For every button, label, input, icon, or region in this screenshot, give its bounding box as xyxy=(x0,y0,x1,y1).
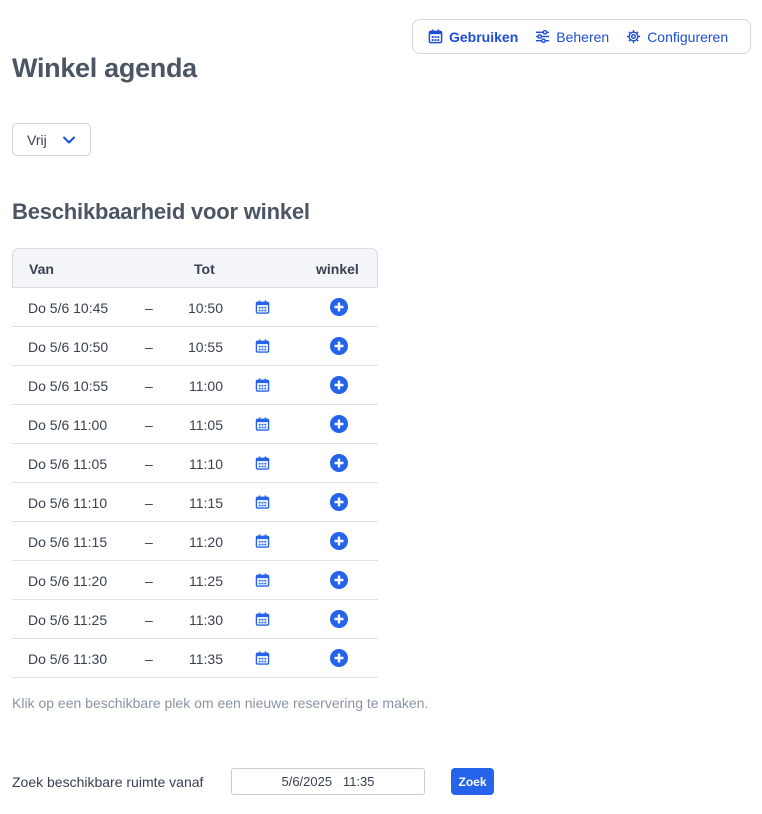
calendar-icon[interactable] xyxy=(255,651,270,668)
row-van: Do 5/6 11:00 xyxy=(28,417,108,433)
row-tot: 11:00 xyxy=(189,378,223,394)
plus-circle-icon[interactable] xyxy=(330,532,348,553)
plus-circle-icon[interactable] xyxy=(330,493,348,514)
row-dash: – xyxy=(145,300,153,316)
sliders-icon xyxy=(536,29,550,44)
row-van: Do 5/6 11:15 xyxy=(28,534,108,550)
table-row[interactable]: Do 5/6 11:10 – 11:15 xyxy=(12,483,378,522)
row-dash: – xyxy=(145,612,153,628)
row-tot: 11:35 xyxy=(189,651,223,667)
filter-select[interactable]: Vrij xyxy=(12,123,91,156)
table-row[interactable]: Do 5/6 10:55 – 11:00 xyxy=(12,366,378,405)
column-header-van: Van xyxy=(29,261,54,277)
plus-circle-icon[interactable] xyxy=(330,337,348,358)
table-row[interactable]: Do 5/6 10:45 – 10:50 xyxy=(12,288,378,327)
calendar-icon[interactable] xyxy=(255,300,270,317)
row-dash: – xyxy=(145,534,153,550)
table-header: Van Tot winkel xyxy=(12,248,378,288)
plus-circle-icon[interactable] xyxy=(330,376,348,397)
search-button[interactable]: Zoek xyxy=(451,768,494,795)
availability-heading: Beschikbaarheid voor winkel xyxy=(12,199,310,224)
filter-select-value: Vrij xyxy=(27,131,47,148)
table-row[interactable]: Do 5/6 11:25 – 11:30 xyxy=(12,600,378,639)
plus-circle-icon[interactable] xyxy=(330,610,348,631)
top-navigation: Gebruiken Beheren Configureren xyxy=(412,19,751,54)
table-row[interactable]: Do 5/6 10:50 – 10:55 xyxy=(12,327,378,366)
row-dash: – xyxy=(145,495,153,511)
plus-circle-icon[interactable] xyxy=(330,649,348,670)
nav-configureren[interactable]: Configureren xyxy=(626,29,728,45)
row-tot: 11:10 xyxy=(189,456,223,472)
table-row[interactable]: Do 5/6 11:30 – 11:35 xyxy=(12,639,378,678)
column-header-tot: Tot xyxy=(194,261,215,277)
plus-circle-icon[interactable] xyxy=(330,298,348,319)
nav-beheren-label: Beheren xyxy=(556,28,610,45)
page-title: Winkel agenda xyxy=(12,53,197,83)
plus-circle-icon[interactable] xyxy=(330,454,348,475)
calendar-icon[interactable] xyxy=(255,612,270,629)
row-tot: 11:15 xyxy=(189,495,223,511)
plus-circle-icon[interactable] xyxy=(330,571,348,592)
table-row[interactable]: Do 5/6 11:05 – 11:10 xyxy=(12,444,378,483)
calendar-icon[interactable] xyxy=(255,573,270,590)
calendar-icon[interactable] xyxy=(255,495,270,512)
row-tot: 11:20 xyxy=(189,534,223,550)
row-van: Do 5/6 11:25 xyxy=(28,612,108,628)
column-header-winkel: winkel xyxy=(316,261,359,277)
nav-gebruiken-label: Gebruiken xyxy=(449,28,519,45)
search-label: Zoek beschikbare ruimte vanaf xyxy=(12,774,204,790)
row-tot: 11:30 xyxy=(189,612,223,628)
row-dash: – xyxy=(145,417,153,433)
gear-icon xyxy=(627,29,641,44)
availability-table: Van Tot winkel Do 5/6 10:45–10:50 Do 5/6 … xyxy=(12,248,378,678)
hint-text: Klik op een beschikbare plek om een nieu… xyxy=(12,695,429,711)
row-tot: 10:55 xyxy=(187,339,223,355)
row-van: Do 5/6 11:20 xyxy=(28,573,108,589)
row-dash: – xyxy=(145,378,153,394)
row-van: Do 5/6 10:50 xyxy=(28,339,109,355)
row-van: Do 5/6 11:05 xyxy=(28,456,108,472)
plus-circle-icon[interactable] xyxy=(330,415,348,436)
row-van: Do 5/6 10:45 xyxy=(28,300,109,316)
calendar-icon[interactable] xyxy=(255,417,270,434)
row-dash: – xyxy=(145,456,153,472)
calendar-icon[interactable] xyxy=(255,339,270,356)
calendar-icon[interactable] xyxy=(255,456,270,473)
row-van: Do 5/6 10:55 xyxy=(28,378,109,394)
row-van: Do 5/6 11:30 xyxy=(28,651,108,667)
calendar-icon xyxy=(428,29,443,44)
search-datetime-input[interactable] xyxy=(231,768,425,795)
table-row[interactable]: Do 5/6 11:15 – 11:20 xyxy=(12,522,378,561)
row-dash: – xyxy=(145,651,153,667)
calendar-icon[interactable] xyxy=(255,534,270,551)
row-dash: – xyxy=(145,339,153,355)
row-tot: 11:05 xyxy=(189,417,223,433)
table-row[interactable]: Do 5/6 11:20 – 11:25 xyxy=(12,561,378,600)
table-row[interactable]: Do 5/6 11:00 – 11:05 xyxy=(12,405,378,444)
nav-gebruiken[interactable]: Gebruiken xyxy=(428,29,518,45)
row-tot: 10:50 xyxy=(187,300,223,316)
row-dash: – xyxy=(145,573,153,589)
calendar-icon[interactable] xyxy=(255,378,270,395)
row-van: Do 5/6 11:10 xyxy=(28,495,108,511)
chevron-down-icon xyxy=(63,136,75,144)
nav-beheren[interactable]: Beheren xyxy=(535,29,609,45)
nav-configureren-label: Configureren xyxy=(647,28,729,45)
row-tot: 11:25 xyxy=(189,573,223,589)
